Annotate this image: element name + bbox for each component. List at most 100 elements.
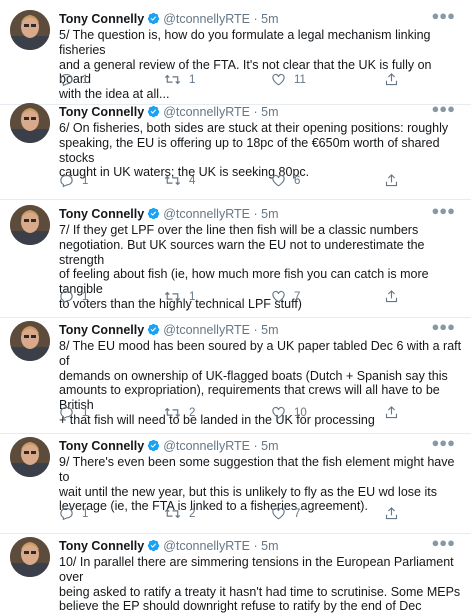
reply-count: 1: [82, 174, 89, 187]
share-icon: [385, 73, 398, 86]
like-count: 6: [294, 174, 301, 187]
timestamp[interactable]: 5m: [261, 207, 278, 221]
tweet[interactable]: Tony Connelly @tconnellyRTE · 5m ●●● 9/ T…: [0, 435, 471, 534]
tweet[interactable]: Tony Connelly @tconnellyRTE · 5m ●●● 7/ I…: [0, 203, 471, 318]
retweet-count: 2: [189, 406, 196, 419]
verified-badge-icon: [147, 105, 160, 121]
tweet-feed: Tony Connelly @tconnellyRTE · 5m ●●● 5/ T…: [0, 0, 471, 613]
reply-button[interactable]: 1: [59, 289, 88, 304]
timestamp[interactable]: 5m: [261, 539, 278, 553]
retweet-icon: [164, 74, 181, 85]
retweet-button[interactable]: 1: [164, 72, 195, 87]
like-button[interactable]: 10: [271, 405, 307, 420]
reply-count: 1: [82, 73, 89, 86]
retweet-button[interactable]: 4: [164, 173, 195, 188]
reply-icon: [60, 174, 73, 188]
more-icon[interactable]: ●●●: [431, 435, 455, 450]
like-count: 10: [294, 406, 307, 419]
tweet[interactable]: Tony Connelly @tconnellyRTE · 5m ●●● 5/ T…: [0, 8, 471, 105]
like-count: 7: [294, 507, 301, 520]
timestamp[interactable]: 5m: [261, 12, 278, 26]
tweet-actions: 1 1 7: [59, 289, 439, 305]
timestamp[interactable]: 5m: [261, 439, 278, 453]
author-name[interactable]: Tony Connelly: [59, 323, 144, 337]
reply-icon: [60, 73, 73, 87]
author-handle[interactable]: @tconnellyRTE: [163, 323, 250, 337]
share-button[interactable]: [384, 72, 399, 87]
reply-button[interactable]: 1: [59, 405, 88, 420]
tweet[interactable]: Tony Connelly @tconnellyRTE · 5m ●●● 6/ O…: [0, 101, 471, 200]
author-handle[interactable]: @tconnellyRTE: [163, 439, 250, 453]
share-icon: [385, 290, 398, 303]
like-button[interactable]: 6: [271, 173, 300, 188]
tweet-header: Tony Connelly @tconnellyRTE · 5m ●●●: [59, 101, 455, 121]
tweet[interactable]: Tony Connelly @tconnellyRTE · 5m ●●● 10/ …: [0, 535, 471, 613]
share-button[interactable]: [384, 405, 399, 420]
tweet-actions: 1 1 11: [59, 72, 439, 88]
author-name[interactable]: Tony Connelly: [59, 105, 144, 119]
verified-badge-icon: [147, 323, 160, 339]
timestamp[interactable]: 5m: [261, 323, 278, 337]
like-icon: [272, 290, 285, 303]
verified-badge-icon: [147, 207, 160, 223]
timestamp[interactable]: 5m: [261, 105, 278, 119]
like-count: 7: [294, 290, 301, 303]
avatar[interactable]: [10, 205, 50, 245]
avatar[interactable]: [10, 437, 50, 477]
share-button[interactable]: [384, 173, 399, 188]
like-button[interactable]: 7: [271, 289, 300, 304]
retweet-button[interactable]: 2: [164, 506, 195, 521]
share-icon: [385, 174, 398, 187]
tweet-text: 6/ On fisheries, both sides are stuck at…: [59, 121, 449, 180]
like-icon: [272, 406, 285, 419]
reply-count: 1: [82, 290, 89, 303]
avatar[interactable]: [10, 10, 50, 50]
share-button[interactable]: [384, 506, 399, 521]
avatar[interactable]: [10, 321, 50, 361]
avatar[interactable]: [10, 103, 50, 143]
reply-count: 1: [82, 507, 89, 520]
more-icon[interactable]: ●●●: [431, 535, 455, 550]
tweet-header: Tony Connelly @tconnellyRTE · 5m ●●●: [59, 8, 455, 28]
retweet-icon: [164, 407, 181, 418]
like-icon: [272, 174, 285, 187]
like-icon: [272, 73, 285, 86]
retweet-icon: [164, 291, 181, 302]
author-handle[interactable]: @tconnellyRTE: [163, 105, 250, 119]
author-handle[interactable]: @tconnellyRTE: [163, 207, 250, 221]
more-icon[interactable]: ●●●: [431, 8, 455, 23]
tweet-header: Tony Connelly @tconnellyRTE · 5m ●●●: [59, 319, 455, 339]
author-name[interactable]: Tony Connelly: [59, 12, 144, 26]
like-button[interactable]: 11: [271, 72, 306, 87]
more-icon[interactable]: ●●●: [431, 101, 455, 116]
tweet-text: 5/ The question is, how do you formulate…: [59, 28, 432, 102]
reply-count: 1: [82, 406, 89, 419]
more-icon[interactable]: ●●●: [431, 319, 455, 334]
tweet-header: Tony Connelly @tconnellyRTE · 5m ●●●: [59, 435, 455, 453]
retweet-count: 4: [189, 174, 196, 187]
share-button[interactable]: [384, 289, 399, 304]
tweet-actions: 1 4 6: [59, 173, 439, 189]
retweet-count: 1: [189, 73, 196, 86]
retweet-count: 2: [189, 507, 196, 520]
avatar[interactable]: [10, 537, 50, 577]
author-name[interactable]: Tony Connelly: [59, 207, 144, 221]
verified-badge-icon: [147, 12, 160, 28]
reply-button[interactable]: 1: [59, 173, 88, 188]
tweet-header: Tony Connelly @tconnellyRTE · 5m ●●●: [59, 203, 455, 223]
like-button[interactable]: 7: [271, 506, 300, 521]
like-icon: [272, 507, 285, 520]
reply-button[interactable]: 1: [59, 72, 88, 87]
more-icon[interactable]: ●●●: [431, 203, 455, 218]
retweet-button[interactable]: 2: [164, 405, 195, 420]
reply-icon: [60, 290, 73, 304]
retweet-button[interactable]: 1: [164, 289, 195, 304]
reply-button[interactable]: 1: [59, 506, 88, 521]
retweet-icon: [164, 175, 181, 186]
reply-icon: [60, 406, 73, 420]
tweet[interactable]: Tony Connelly @tconnellyRTE · 5m ●●● 8/ T…: [0, 319, 471, 434]
author-handle[interactable]: @tconnellyRTE: [163, 539, 250, 553]
author-name[interactable]: Tony Connelly: [59, 439, 144, 453]
author-name[interactable]: Tony Connelly: [59, 539, 144, 553]
author-handle[interactable]: @tconnellyRTE: [163, 12, 250, 26]
